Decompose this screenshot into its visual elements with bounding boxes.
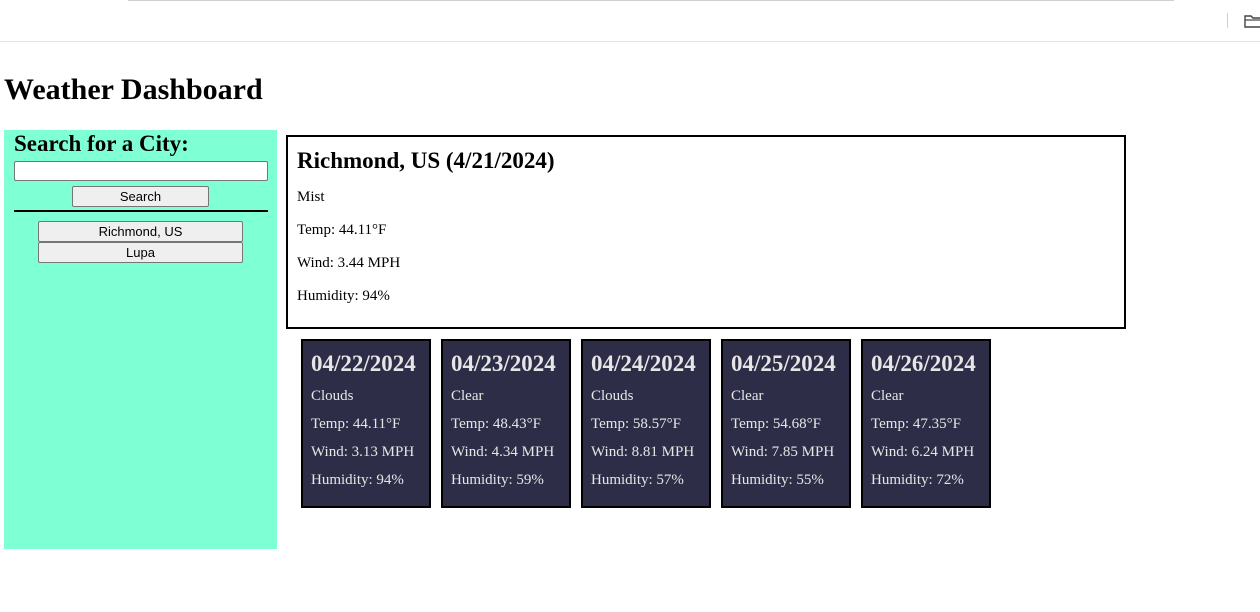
history-button-richmond[interactable]: Richmond, US bbox=[38, 221, 243, 242]
forecast-humidity: Humidity: 57% bbox=[591, 472, 684, 488]
forecast-condition: Clear bbox=[871, 388, 904, 404]
forecast-card: 04/23/2024 Clear Temp: 48.43°F Wind: 4.3… bbox=[441, 339, 571, 508]
forecast-date: 04/25/2024 bbox=[731, 351, 836, 376]
forecast-wind: Wind: 8.81 MPH bbox=[591, 444, 695, 460]
forecast-date: 04/26/2024 bbox=[871, 351, 976, 376]
forecast-temp: Temp: 58.57°F bbox=[591, 416, 681, 432]
forecast-temp: Temp: 48.43°F bbox=[451, 416, 541, 432]
current-wind: Wind: 3.44 MPH bbox=[297, 255, 401, 271]
current-city-heading: Richmond, US (4/21/2024) bbox=[297, 148, 555, 173]
forecast-card: 04/22/2024 Clouds Temp: 44.11°F Wind: 3.… bbox=[301, 339, 431, 508]
forecast-condition: Clouds bbox=[311, 388, 354, 404]
search-button[interactable]: Search bbox=[72, 186, 209, 207]
city-search-input[interactable] bbox=[14, 161, 268, 181]
current-humidity: Humidity: 94% bbox=[297, 288, 390, 304]
forecast-condition: Clear bbox=[451, 388, 484, 404]
forecast-temp: Temp: 44.11°F bbox=[311, 416, 401, 432]
forecast-condition: Clouds bbox=[591, 388, 634, 404]
forecast-card: 04/25/2024 Clear Temp: 54.68°F Wind: 7.8… bbox=[721, 339, 851, 508]
page-title: Weather Dashboard bbox=[4, 73, 263, 106]
browser-toolbar bbox=[0, 0, 1260, 42]
forecast-humidity: Humidity: 55% bbox=[731, 472, 824, 488]
forecast-date: 04/23/2024 bbox=[451, 351, 556, 376]
search-heading: Search for a City: bbox=[14, 131, 189, 156]
history-button-lupa[interactable]: Lupa bbox=[38, 242, 243, 263]
folder-icon[interactable] bbox=[1243, 12, 1260, 30]
search-sidebar: Search for a City: Search Richmond, US L… bbox=[4, 130, 277, 549]
forecast-wind: Wind: 6.24 MPH bbox=[871, 444, 975, 460]
forecast-humidity: Humidity: 72% bbox=[871, 472, 964, 488]
forecast-temp: Temp: 47.35°F bbox=[871, 416, 961, 432]
current-condition: Mist bbox=[297, 189, 325, 205]
current-weather-panel: Richmond, US (4/21/2024) Mist Temp: 44.1… bbox=[286, 135, 1126, 329]
sidebar-divider bbox=[14, 210, 268, 212]
forecast-wind: Wind: 4.34 MPH bbox=[451, 444, 555, 460]
current-temp: Temp: 44.11°F bbox=[297, 222, 387, 238]
forecast-date: 04/22/2024 bbox=[311, 351, 416, 376]
toolbar-strip bbox=[128, 0, 1174, 1]
forecast-condition: Clear bbox=[731, 388, 764, 404]
forecast-wind: Wind: 7.85 MPH bbox=[731, 444, 835, 460]
forecast-temp: Temp: 54.68°F bbox=[731, 416, 821, 432]
toolbar-separator bbox=[1227, 13, 1228, 28]
forecast-wind: Wind: 3.13 MPH bbox=[311, 444, 415, 460]
forecast-card: 04/24/2024 Clouds Temp: 58.57°F Wind: 8.… bbox=[581, 339, 711, 508]
forecast-humidity: Humidity: 94% bbox=[311, 472, 404, 488]
forecast-card: 04/26/2024 Clear Temp: 47.35°F Wind: 6.2… bbox=[861, 339, 991, 508]
forecast-humidity: Humidity: 59% bbox=[451, 472, 544, 488]
forecast-date: 04/24/2024 bbox=[591, 351, 696, 376]
